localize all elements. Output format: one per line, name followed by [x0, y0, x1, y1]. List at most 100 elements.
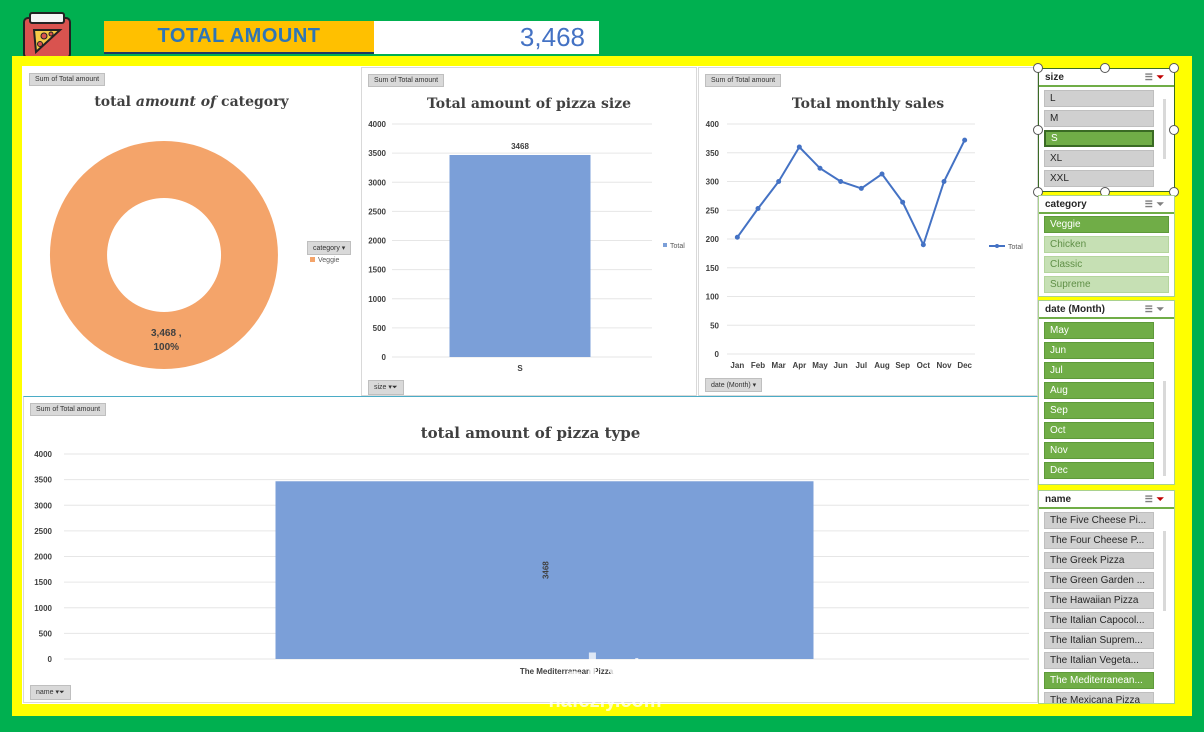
x-tick-label: Dec	[957, 361, 972, 370]
y-tick-label: 300	[706, 178, 720, 187]
point-apr	[796, 144, 802, 150]
slicer-item[interactable]: Chicken	[1044, 236, 1169, 253]
donut-legend: Veggie	[310, 257, 339, 264]
slicer-item[interactable]: The Italian Capocol...	[1044, 612, 1154, 629]
data-label: 3468	[542, 561, 551, 579]
name-slicer[interactable]: name ☰⏷ The Five Cheese Pi... The Four Ch…	[1038, 490, 1175, 704]
slicer-item[interactable]: The Hawaiian Pizza	[1044, 592, 1154, 609]
slicer-item[interactable]: The Italian Vegeta...	[1044, 652, 1154, 669]
y-tick-label: 4000	[34, 450, 52, 459]
slicer-item[interactable]: Jun	[1044, 342, 1154, 359]
y-tick-label: 1000	[34, 604, 52, 613]
x-tick-label: Apr	[792, 361, 806, 370]
x-tick-label: Mar	[772, 361, 786, 370]
clear-filter-icon[interactable]: ⏷	[1157, 199, 1168, 209]
clear-filter-icon[interactable]: ⏷	[1157, 72, 1168, 82]
data-label: 3468	[511, 142, 529, 151]
slicer-item[interactable]: XL	[1044, 150, 1154, 167]
slicer-item[interactable]: Classic	[1044, 256, 1169, 273]
legend-marker-dot	[995, 244, 999, 248]
slicer-title: date (Month)	[1045, 303, 1105, 315]
slicer-item[interactable]: The Italian Suprem...	[1044, 632, 1154, 649]
slicer-item[interactable]: The Green Garden ...	[1044, 572, 1154, 589]
slicer-item[interactable]: Nov	[1044, 442, 1154, 459]
y-tick-label: 1500	[34, 578, 52, 587]
data-label-marker	[142, 329, 148, 335]
slicer-item[interactable]: Veggie	[1044, 216, 1169, 233]
point-may	[817, 165, 823, 171]
y-tick-label: 350	[706, 149, 720, 158]
slicer-item[interactable]: The Greek Pizza	[1044, 552, 1154, 569]
multi-select-icon[interactable]: ☰	[1145, 494, 1157, 504]
clear-filter-icon[interactable]: ⏷	[1157, 494, 1168, 504]
resize-handle[interactable]	[1169, 63, 1179, 73]
resize-handle[interactable]	[1033, 63, 1043, 73]
slicer-item[interactable]: Oct	[1044, 422, 1154, 439]
legend-label: Total	[670, 243, 685, 250]
slicer-item[interactable]: Aug	[1044, 382, 1154, 399]
x-tick-label: Nov	[936, 361, 952, 370]
y-tick-label: 2500	[368, 207, 386, 216]
category-filter-button[interactable]: category ▾	[307, 241, 352, 255]
slicer-item[interactable]: The Four Cheese P...	[1044, 532, 1154, 549]
slicer-item[interactable]: The Five Cheese Pi...	[1044, 512, 1154, 529]
y-tick-label: 2000	[368, 237, 386, 246]
x-tick-label: Jul	[856, 361, 868, 370]
resize-handle[interactable]	[1169, 125, 1179, 135]
slicer-title: size	[1045, 71, 1064, 83]
category-chart-panel[interactable]: Sum of Total amount total amount of cate…	[23, 67, 360, 396]
monthly-line-chart: 0 50 100 150 200 250 300 350 400 Jan Feb Mar Apr May J…	[706, 120, 1024, 370]
y-tick-label: 3000	[368, 178, 386, 187]
category-donut-chart	[49, 141, 278, 369]
y-tick-label: 1500	[368, 266, 386, 275]
point-dec	[962, 137, 968, 143]
point-jun	[838, 179, 844, 184]
slicer-item[interactable]: The Mexicana Pizza	[1044, 692, 1154, 703]
slicer-scrollbar[interactable]	[1163, 99, 1166, 159]
month-slicer[interactable]: date (Month) ☰⏷ May Jun Jul Aug Sep Oct Nov Dec	[1038, 300, 1175, 485]
slicer-scrollbar[interactable]	[1163, 381, 1166, 476]
slicer-item[interactable]: Jul	[1044, 362, 1154, 379]
y-tick-label: 2500	[34, 527, 52, 536]
legend-marker	[663, 243, 667, 247]
size-slicer[interactable]: size ☰⏷ L M S XL XXL	[1038, 68, 1175, 192]
size-filter-button[interactable]: size ▾⏷	[368, 380, 404, 395]
category-slicer[interactable]: category ☰⏷ Veggie Chicken Classic Supreme	[1038, 195, 1175, 297]
y-tick-label: 2000	[34, 553, 52, 562]
y-tick-label: 0	[382, 353, 387, 362]
point-mar	[776, 179, 782, 184]
slicer-item[interactable]: S	[1044, 130, 1154, 147]
name-filter-button[interactable]: name ▾⏷	[30, 685, 71, 700]
slicer-scrollbar[interactable]	[1163, 531, 1166, 611]
month-filter-button[interactable]: date (Month) ▾	[705, 378, 763, 392]
x-tick-label: Sep	[895, 361, 910, 370]
point-oct	[920, 242, 926, 248]
multi-select-icon[interactable]: ☰	[1145, 72, 1157, 82]
slicer-item[interactable]: M	[1044, 110, 1154, 127]
slicer-item[interactable]: L	[1044, 90, 1154, 107]
x-tick-label: Oct	[917, 361, 931, 370]
y-tick-label: 0	[48, 655, 53, 664]
multi-select-icon[interactable]: ☰	[1145, 304, 1157, 314]
point-feb	[755, 206, 761, 212]
bar-S	[449, 154, 591, 357]
slicer-item[interactable]: XXL	[1044, 170, 1154, 187]
y-tick-label: 500	[39, 629, 53, 638]
y-tick-label: 3500	[34, 476, 52, 485]
clear-filter-icon[interactable]: ⏷	[1157, 304, 1168, 314]
slicer-item[interactable]: Supreme	[1044, 276, 1169, 293]
size-chart-panel[interactable]: Sum of Total amount Total amount of pizz…	[361, 67, 697, 396]
resize-handle[interactable]	[1033, 125, 1043, 135]
x-tick-label: Jun	[834, 361, 848, 370]
resize-handle[interactable]	[1100, 63, 1110, 73]
legend-label: Total	[1008, 244, 1023, 251]
monthly-chart-panel[interactable]: Sum of Total amount Total monthly sales …	[698, 67, 1038, 396]
multi-select-icon[interactable]: ☰	[1145, 199, 1157, 209]
slicer-item[interactable]: The Mediterranean...	[1044, 672, 1154, 689]
point-nov	[941, 179, 947, 184]
y-tick-label: 400	[706, 120, 720, 129]
slicer-item[interactable]: May	[1044, 322, 1154, 339]
slicer-item[interactable]: Dec	[1044, 462, 1154, 479]
slicer-item[interactable]: Sep	[1044, 402, 1154, 419]
total-amount-value: 3,468	[374, 21, 599, 54]
